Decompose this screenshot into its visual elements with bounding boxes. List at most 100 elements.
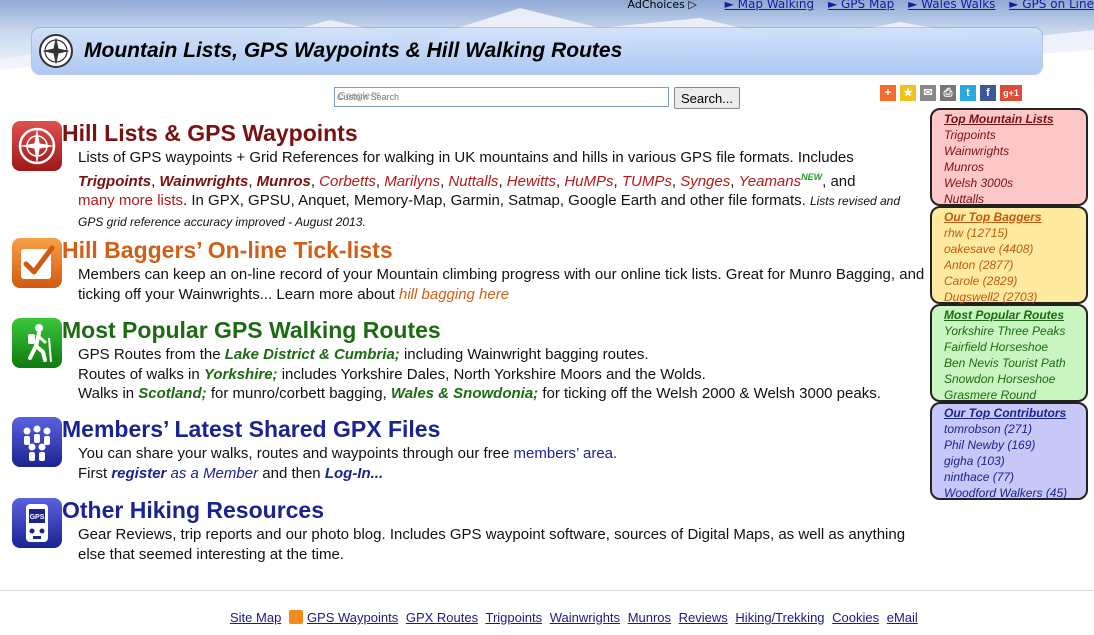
shared-text: and then: [262, 464, 321, 482]
ad-link-gps-online[interactable]: ► GPS on Line: [1009, 0, 1094, 11]
sidebar-heading-top-lists[interactable]: Top Mountain Lists: [944, 111, 1086, 127]
checkmark-icon[interactable]: [12, 238, 62, 288]
sidebar-item[interactable]: Wainwrights: [944, 143, 1086, 159]
share-toolbar: + ★ ✉ ⎙ t f g+1: [880, 85, 1022, 101]
other-text: Gear Reviews, trip reports and our photo…: [78, 526, 906, 563]
footer-link-email[interactable]: eMail: [887, 610, 918, 625]
sidebar-item[interactable]: tomrobson (271): [944, 421, 1086, 437]
footer-link-trigpoints[interactable]: Trigpoints: [486, 610, 543, 625]
adchoices-label[interactable]: AdChoices ▷: [628, 0, 697, 11]
sidebar-item[interactable]: Woodford Walkers (45): [944, 485, 1086, 501]
sidebar-item[interactable]: Grasmere Round: [944, 387, 1086, 403]
link-many-more-lists[interactable]: many more lists: [78, 192, 183, 209]
compass-icon[interactable]: [12, 121, 62, 171]
footer-link-gpx-routes[interactable]: GPX Routes: [406, 610, 478, 625]
section-title-shared-gpx[interactable]: Members’ Latest Shared GPX Files: [62, 416, 440, 443]
sidebar-item[interactable]: Munros: [944, 159, 1086, 175]
section-body-other-resources: Gear Reviews, trip reports and our photo…: [78, 525, 928, 564]
sidebar-item[interactable]: rhw (12715): [944, 225, 1086, 241]
members-icon[interactable]: [12, 417, 62, 467]
section-title-other-resources[interactable]: Other Hiking Resources: [62, 497, 324, 524]
link-wales-snowdonia[interactable]: Wales & Snowdonia;: [391, 385, 538, 402]
sidebar-item[interactable]: ninthace (77): [944, 469, 1086, 485]
search-input[interactable]: [334, 87, 669, 107]
section-body-routes: GPS Routes from the Lake District & Cumb…: [78, 345, 928, 404]
ad-link-map-walking[interactable]: ► Map Walking: [725, 0, 814, 11]
email-icon[interactable]: ✉: [920, 85, 936, 101]
footer-link-cookies[interactable]: Cookies: [832, 610, 879, 625]
sidebar-heading-routes[interactable]: Most Popular Routes: [944, 307, 1086, 323]
sidebar-item[interactable]: oakesave (4408): [944, 241, 1086, 257]
new-badge: NEW: [801, 171, 823, 182]
sidebar-item[interactable]: Dugswell2 (2703): [944, 289, 1086, 305]
link-as-a-member[interactable]: as a Member: [171, 465, 259, 482]
footer-link-munros[interactable]: Munros: [628, 610, 671, 625]
hill-lists-text: Lists of GPS waypoints + Grid References…: [78, 149, 854, 166]
footer-link-reviews[interactable]: Reviews: [679, 610, 728, 625]
header-banner: AdChoices ▷ ► Map Walking ► GPS Map ► Wa…: [0, 0, 1094, 88]
ad-link-wales-walks[interactable]: ► Wales Walks: [908, 0, 995, 11]
link-corbetts[interactable]: Corbetts: [319, 173, 376, 190]
print-icon[interactable]: ⎙: [940, 85, 956, 101]
facebook-icon[interactable]: f: [980, 85, 996, 101]
link-humps[interactable]: HuMPs: [564, 173, 613, 190]
routes-text: GPS Routes from the: [78, 346, 221, 363]
gps-device-icon[interactable]: GPS: [12, 498, 62, 548]
section-title-baggers[interactable]: Hill Baggers’ On-line Tick-lists: [62, 237, 393, 264]
google-plus-icon[interactable]: g+1: [1000, 85, 1022, 101]
link-scotland[interactable]: Scotland;: [138, 385, 206, 402]
gps-device-label: GPS: [30, 514, 45, 521]
link-yeamans[interactable]: Yeamans: [739, 173, 802, 190]
footer-link-site-map[interactable]: Site Map: [230, 610, 281, 625]
sidebar-item[interactable]: Welsh 3000s: [944, 175, 1086, 191]
sidebar-item[interactable]: Nuttalls: [944, 191, 1086, 207]
footer-links: Site Map GPS Waypoints GPX Routes Trigpo…: [230, 610, 922, 625]
link-tumps[interactable]: TUMPs: [622, 173, 672, 190]
routes-text: Walks in: [78, 385, 135, 402]
link-synges[interactable]: Synges: [680, 173, 730, 190]
twitter-icon[interactable]: t: [960, 85, 976, 101]
sidebar-item[interactable]: Trigpoints: [944, 127, 1086, 143]
link-wainwrights[interactable]: Wainwrights: [159, 173, 248, 190]
routes-text: includes Yorkshire Dales, North Yorkshir…: [281, 365, 706, 383]
compass-icon[interactable]: [38, 33, 74, 69]
sidebar-heading-contributors[interactable]: Our Top Contributors: [944, 405, 1086, 421]
section-body-baggers: Members can keep an on-line record of yo…: [78, 265, 928, 304]
link-nuttalls[interactable]: Nuttalls: [448, 173, 498, 190]
ad-link-gps-map[interactable]: ► GPS Map: [828, 0, 894, 11]
sidebar-top-mountain-lists: Top Mountain Lists Trigpoints Wainwright…: [930, 108, 1088, 206]
sidebar-item[interactable]: Yorkshire Three Peaks: [944, 323, 1086, 339]
link-marilyns[interactable]: Marilyns: [384, 173, 440, 190]
section-title-routes[interactable]: Most Popular GPS Walking Routes: [62, 317, 441, 344]
sidebar-item[interactable]: Anton (2877): [944, 257, 1086, 273]
sidebar-item[interactable]: Snowdon Horseshoe: [944, 371, 1086, 387]
sidebar-item[interactable]: gigha (103): [944, 453, 1086, 469]
link-register[interactable]: register: [111, 465, 166, 482]
link-hill-bagging[interactable]: hill bagging here: [399, 286, 509, 303]
footer-link-wainwrights[interactable]: Wainwrights: [550, 610, 620, 625]
link-yorkshire[interactable]: Yorkshire;: [204, 366, 278, 383]
title-bar: Mountain Lists, GPS Waypoints & Hill Wal…: [32, 28, 1042, 74]
hiker-icon[interactable]: [12, 318, 62, 368]
favorite-icon[interactable]: ★: [900, 85, 916, 101]
sidebar-item[interactable]: Ben Nevis Tourist Path: [944, 355, 1086, 371]
footer-link-gps-waypoints[interactable]: GPS Waypoints: [307, 610, 398, 625]
sidebar-item[interactable]: Carole (2829): [944, 273, 1086, 289]
sidebar-heading-baggers[interactable]: Our Top Baggers: [944, 209, 1086, 225]
section-body-shared-gpx: You can share your walks, routes and way…: [78, 444, 928, 483]
link-members-area[interactable]: members’ area.: [514, 445, 618, 462]
link-lake-district[interactable]: Lake District & Cumbria;: [225, 346, 400, 363]
sidebar-item[interactable]: Fairfield Horseshoe: [944, 339, 1086, 355]
sidebar-top-contributors: Our Top Contributors tomrobson (271) Phi…: [930, 402, 1088, 500]
link-log-in[interactable]: Log-In...: [325, 465, 383, 482]
rss-icon[interactable]: [288, 610, 303, 624]
sidebar-item[interactable]: Phil Newby (169): [944, 437, 1086, 453]
link-munros[interactable]: Munros: [257, 173, 311, 190]
section-title-hill-lists[interactable]: Hill Lists & GPS Waypoints: [62, 120, 358, 147]
link-trigpoints[interactable]: Trigpoints: [78, 173, 151, 190]
google-brand-label: Google™: [338, 91, 381, 102]
search-button[interactable]: Search...: [674, 87, 740, 109]
footer-link-hiking-trekking[interactable]: Hiking/Trekking: [735, 610, 824, 625]
link-hewitts[interactable]: Hewitts: [507, 173, 556, 190]
addthis-icon[interactable]: +: [880, 85, 896, 101]
